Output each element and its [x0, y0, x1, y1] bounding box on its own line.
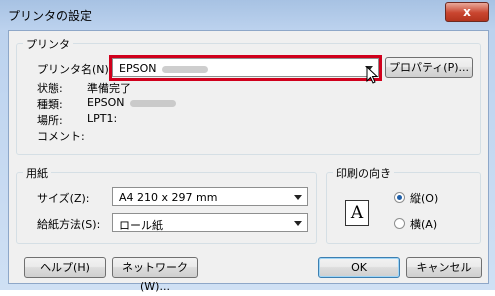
paper-source-dropdown[interactable]: ロール紙 [112, 213, 308, 232]
paper-group-title: 用紙 [23, 165, 51, 181]
ok-button[interactable]: OK [318, 257, 400, 278]
printer-group-title: プリンタ [23, 36, 73, 52]
paper-source-value: ロール紙 [119, 219, 163, 232]
chevron-down-icon [294, 195, 302, 200]
landscape-label[interactable]: 横(A) [410, 216, 437, 232]
window-title: プリンタの設定 [8, 9, 93, 23]
size-label: サイズ(Z): [37, 192, 90, 205]
properties-button[interactable]: プロパティ(P)... [385, 57, 473, 78]
location-label: 場所: [37, 114, 63, 127]
printer-setup-dialog: プリンタの設定 x プリンタ プリンタ名(N): EPSON プロパティ(P).… [0, 0, 495, 293]
status-label: 状態: [37, 82, 63, 95]
type-label: 種類: [37, 98, 63, 111]
orientation-group-title: 印刷の向き [333, 165, 394, 181]
location-value: LPT1: [87, 112, 118, 125]
paper-size-value: A4 210 x 297 mm [119, 191, 218, 204]
network-button[interactable]: ネットワーク(W)... [112, 257, 198, 293]
highlight-box [109, 55, 382, 81]
paper-size-dropdown[interactable]: A4 210 x 297 mm [112, 187, 308, 206]
page-orientation-icon: A [345, 200, 369, 226]
portrait-radio[interactable] [394, 192, 405, 203]
landscape-radio[interactable] [394, 218, 405, 229]
help-button[interactable]: ヘルプ(H) [24, 257, 106, 278]
mouse-cursor-icon [366, 66, 378, 84]
paper-group: 用紙 [16, 165, 317, 244]
comment-label: コメント: [37, 130, 85, 143]
source-label: 給紙方法(S): [37, 218, 101, 231]
chevron-down-icon [294, 221, 302, 226]
portrait-label[interactable]: 縦(O) [410, 190, 438, 206]
redacted-type-model [130, 99, 177, 107]
cancel-button[interactable]: キャンセル [406, 257, 482, 278]
title-bar: プリンタの設定 x [0, 0, 495, 30]
type-value: EPSON [87, 96, 125, 109]
printer-name-label: プリンタ名(N): [37, 63, 113, 76]
status-value: 準備完了 [87, 82, 131, 95]
close-button[interactable]: x [445, 2, 489, 22]
